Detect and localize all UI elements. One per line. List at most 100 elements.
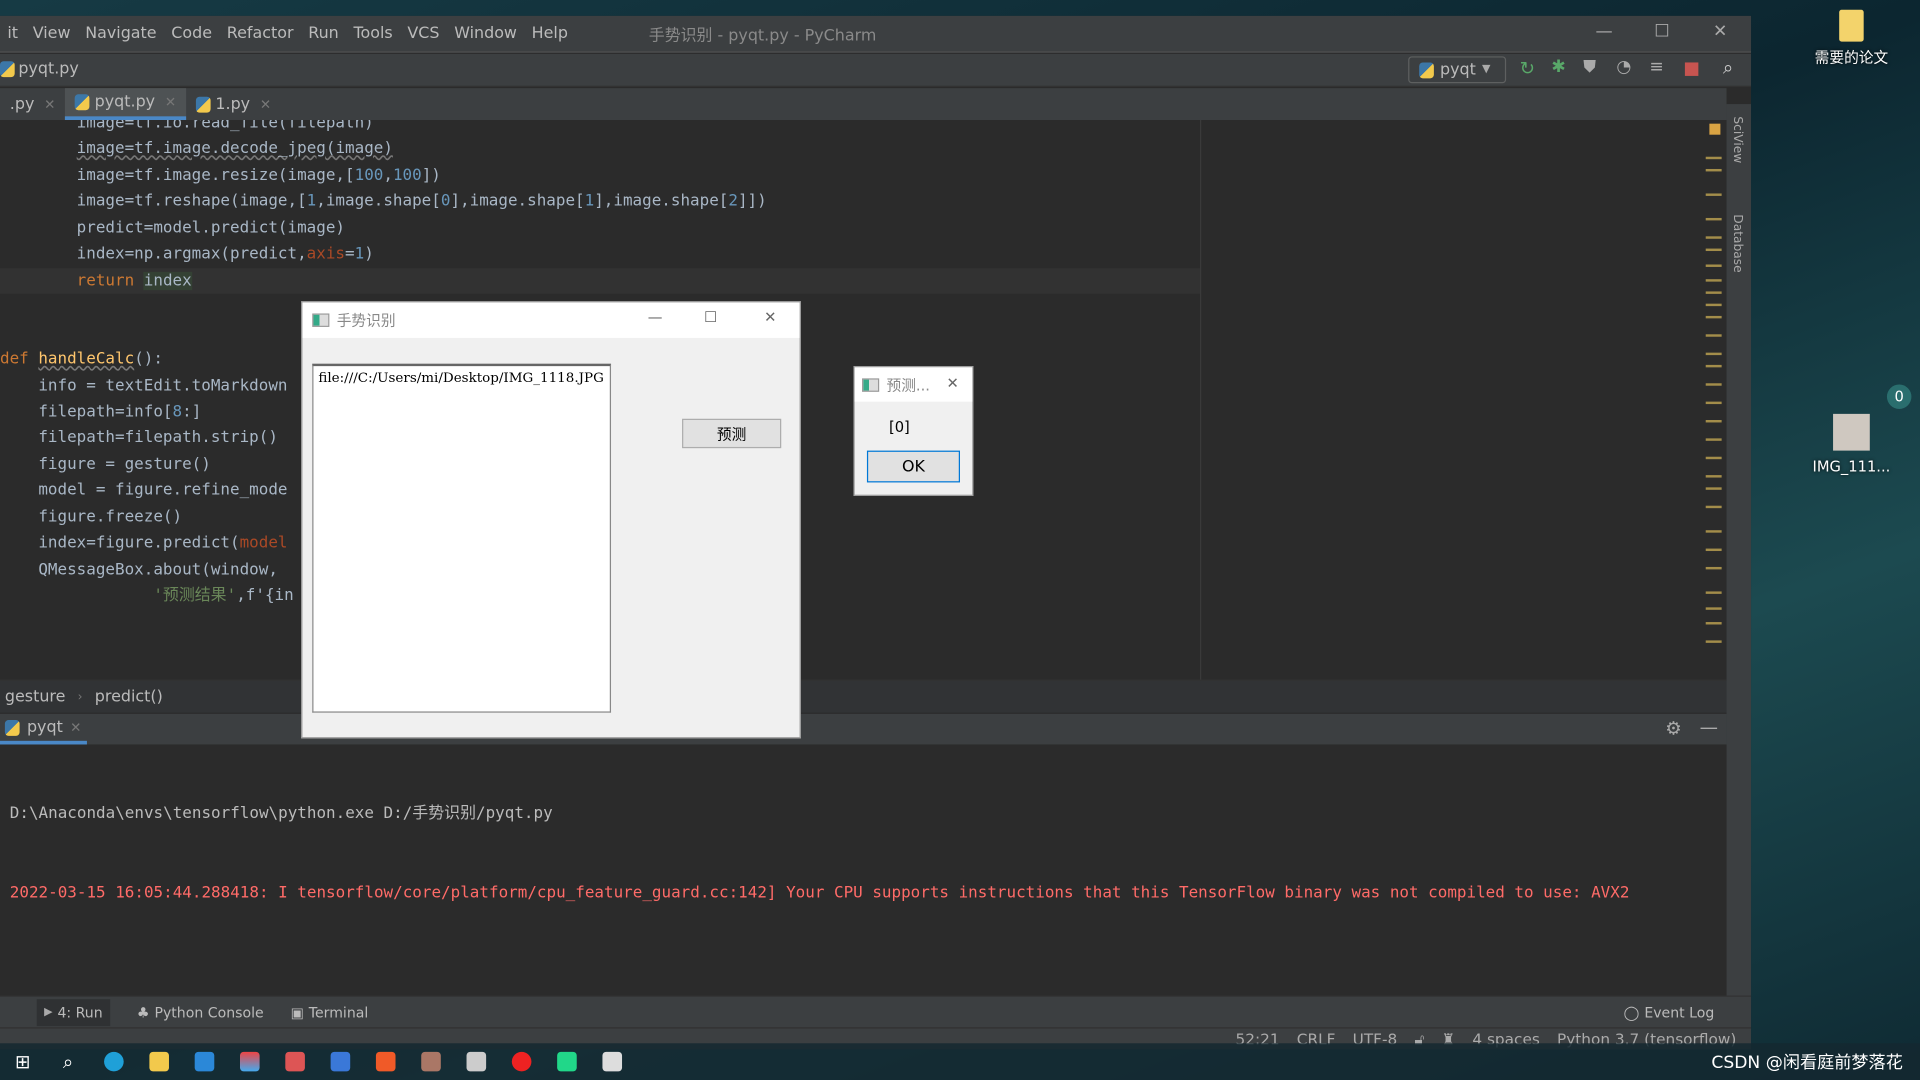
- menu-vcs[interactable]: VCS: [400, 24, 447, 42]
- taskbar-explorer[interactable]: [136, 1043, 181, 1080]
- search-button[interactable]: ⌕: [45, 1043, 90, 1080]
- desktop-image[interactable]: IMG_111...: [1807, 413, 1895, 475]
- error-stripe-mark[interactable]: [1705, 566, 1722, 570]
- taskbar-app[interactable]: [272, 1043, 317, 1080]
- error-stripe-mark[interactable]: [1705, 334, 1722, 337]
- error-stripe-mark[interactable]: [1705, 156, 1722, 160]
- run-toolwindow-button[interactable]: ▶ 4: Run: [36, 998, 110, 1026]
- taskbar-app[interactable]: [408, 1043, 453, 1080]
- error-stripe-mark[interactable]: [1705, 264, 1722, 267]
- error-stripe-mark[interactable]: [1705, 168, 1722, 172]
- error-stripe-mark[interactable]: [1705, 622, 1722, 625]
- error-stripe-mark[interactable]: [1705, 607, 1722, 610]
- error-stripe-mark[interactable]: [1705, 456, 1722, 460]
- error-stripe-mark[interactable]: [1705, 279, 1722, 282]
- code-token: axis: [306, 244, 346, 264]
- error-stripe-mark[interactable]: [1705, 193, 1722, 196]
- taskbar-app[interactable]: [317, 1043, 362, 1080]
- app-icon: [601, 1051, 622, 1072]
- error-stripe-mark[interactable]: [1705, 530, 1722, 533]
- error-stripe-mark[interactable]: [1705, 236, 1722, 239]
- breadcrumb-method[interactable]: predict(): [95, 688, 163, 706]
- close-tab-icon[interactable]: ✕: [70, 719, 81, 735]
- concurrency-icon[interactable]: ≡: [1649, 58, 1663, 78]
- menu-help[interactable]: Help: [524, 24, 575, 42]
- code-line: filepath=filepath.strip(): [0, 425, 278, 451]
- menu-tools[interactable]: Tools: [346, 24, 400, 42]
- taskbar-pycharm[interactable]: [544, 1043, 589, 1080]
- close-button[interactable]: ✕: [764, 309, 776, 326]
- menu-view[interactable]: View: [25, 24, 77, 42]
- error-stripe-mark[interactable]: [1705, 420, 1722, 423]
- error-stripe-mark[interactable]: [1705, 548, 1722, 552]
- menu-code[interactable]: Code: [164, 24, 219, 42]
- tab-other-py[interactable]: .py ✕: [0, 88, 65, 120]
- error-stripe-mark[interactable]: [1705, 438, 1722, 441]
- error-stripe-mark[interactable]: [1705, 475, 1722, 478]
- minimize-button[interactable]: —: [648, 309, 663, 326]
- maximize-button[interactable]: ☐: [1654, 22, 1669, 42]
- tab-pyqt-py[interactable]: pyqt.py ✕: [65, 88, 186, 121]
- error-stripe-mark[interactable]: [1705, 291, 1722, 294]
- python-console-button[interactable]: ♣ Python Console: [137, 1003, 264, 1020]
- sciview-tab[interactable]: SciView: [1730, 116, 1743, 163]
- search-icon[interactable]: ⌕: [1723, 56, 1733, 78]
- error-stripe-mark[interactable]: [1705, 487, 1722, 490]
- maximize-button[interactable]: ☐: [704, 309, 717, 326]
- hide-panel-icon[interactable]: —: [1700, 716, 1718, 738]
- file-path-textedit[interactable]: file:///C:/Users/mi/Desktop/IMG_1118.JPG: [312, 363, 612, 713]
- error-stripe-mark[interactable]: [1705, 640, 1722, 643]
- error-stripe-mark[interactable]: [1705, 401, 1722, 405]
- ok-button[interactable]: OK: [866, 450, 961, 483]
- menu-refactor[interactable]: Refactor: [219, 24, 300, 42]
- taskbar-app[interactable]: [453, 1043, 498, 1080]
- profile-icon[interactable]: ◔: [1616, 58, 1631, 78]
- event-log-button[interactable]: ◯ Event Log: [1624, 1003, 1715, 1020]
- breadcrumb-class[interactable]: gesture: [5, 688, 66, 706]
- taskbar-music[interactable]: [498, 1043, 543, 1080]
- terminal-button[interactable]: ▣ Terminal: [291, 1003, 369, 1020]
- run-config-select[interactable]: pyqt ▼: [1408, 56, 1507, 84]
- error-stripe-mark[interactable]: [1705, 217, 1722, 221]
- error-stripe-mark[interactable]: [1705, 505, 1722, 509]
- minimize-button[interactable]: —: [1596, 22, 1613, 42]
- close-button[interactable]: ✕: [947, 375, 959, 392]
- taskbar-app[interactable]: [362, 1043, 407, 1080]
- error-stripe-mark[interactable]: [1705, 315, 1722, 319]
- close-tab-icon[interactable]: ✕: [165, 94, 176, 110]
- error-stripe-mark[interactable]: [1705, 383, 1722, 386]
- error-stripe-mark[interactable]: [1705, 248, 1722, 252]
- menu-run[interactable]: Run: [301, 24, 346, 42]
- close-button[interactable]: ✕: [1713, 22, 1727, 42]
- run-tab[interactable]: pyqt ✕: [0, 714, 87, 745]
- tab-1-py[interactable]: 1.py ✕: [186, 88, 281, 120]
- menu-navigate[interactable]: Navigate: [78, 24, 164, 42]
- desktop-folder[interactable]: 需要的论文: [1810, 9, 1893, 68]
- taskbar-mail[interactable]: [181, 1043, 226, 1080]
- rerun-icon[interactable]: ↻: [1520, 58, 1535, 80]
- stop-icon[interactable]: [1684, 62, 1699, 76]
- menu-window[interactable]: Window: [447, 24, 524, 42]
- debug-icon[interactable]: ✱: [1551, 58, 1565, 78]
- gear-icon[interactable]: ⚙: [1665, 718, 1681, 740]
- nav-file[interactable]: pyqt.py: [0, 60, 79, 78]
- error-stripe-mark[interactable]: [1705, 352, 1722, 356]
- warning-indicator-icon[interactable]: [1709, 123, 1721, 135]
- coverage-icon[interactable]: ⛊: [1583, 58, 1596, 78]
- console-line: D:\Anaconda\envs\tensorflow\python.exe D…: [9, 804, 553, 823]
- error-stripe-mark[interactable]: [1705, 303, 1722, 307]
- close-tab-icon[interactable]: ✕: [44, 96, 55, 112]
- database-tab[interactable]: Database: [1730, 214, 1743, 272]
- error-stripe-mark[interactable]: [1705, 364, 1722, 368]
- predict-button[interactable]: 预测: [682, 418, 782, 449]
- code-token: filepath=filepath.strip(): [0, 428, 278, 447]
- run-console-output[interactable]: D:\Anaconda\envs\tensorflow\python.exe D…: [0, 744, 1727, 996]
- taskbar-edge[interactable]: [91, 1043, 136, 1080]
- error-stripe-mark[interactable]: [1705, 591, 1722, 594]
- close-tab-icon[interactable]: ✕: [260, 96, 271, 112]
- taskbar-app[interactable]: [227, 1043, 272, 1080]
- start-button[interactable]: ⊞: [0, 1043, 45, 1080]
- taskbar-python-app[interactable]: [589, 1043, 634, 1080]
- notification-badge[interactable]: 0: [1886, 384, 1912, 409]
- menu-edit[interactable]: it: [0, 24, 25, 42]
